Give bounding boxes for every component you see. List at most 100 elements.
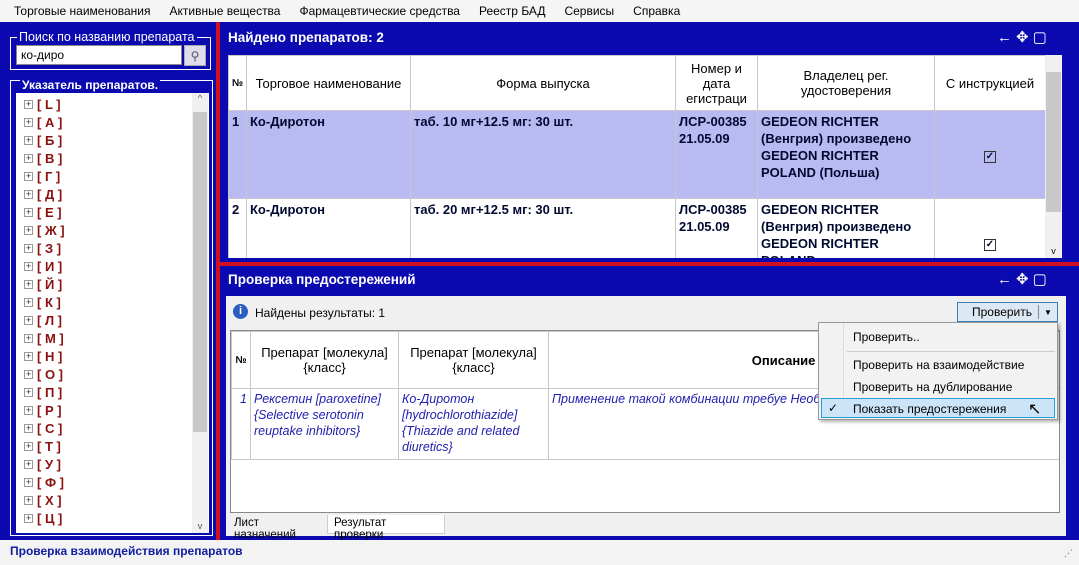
expand-icon[interactable]: + bbox=[24, 495, 33, 505]
menu-item-check-duplication[interactable]: Проверить на дублирование bbox=[853, 380, 1012, 394]
tree-item[interactable]: + [ В ] bbox=[24, 149, 62, 167]
tree-item[interactable]: + [ Л ] bbox=[24, 311, 62, 329]
expand-icon[interactable]: + bbox=[24, 333, 33, 343]
expand-icon[interactable]: + bbox=[24, 117, 33, 127]
tree-item[interactable]: + [ М ] bbox=[24, 329, 64, 347]
col-reg[interactable]: Номер и дата егистраци bbox=[675, 55, 758, 111]
tree-item[interactable]: + [ С ] bbox=[24, 419, 62, 437]
tree-item[interactable]: + [ Е ] bbox=[24, 203, 62, 221]
expand-icon[interactable]: + bbox=[24, 279, 33, 289]
col-number[interactable]: № bbox=[228, 55, 247, 111]
tree-item-label: [ О ] bbox=[37, 366, 63, 382]
move-icon[interactable]: ✥ bbox=[1016, 271, 1033, 288]
menu-item-show-warnings[interactable]: ✓ Показать предостережения ↖ bbox=[821, 398, 1055, 418]
expand-icon[interactable]: + bbox=[24, 369, 33, 379]
tree-item[interactable]: + [ Ф ] bbox=[24, 473, 64, 491]
tree-item[interactable]: + [ О ] bbox=[24, 365, 63, 383]
tree-item[interactable]: + [ Й ] bbox=[24, 275, 62, 293]
expand-icon[interactable]: + bbox=[24, 351, 33, 361]
expand-icon[interactable]: + bbox=[24, 297, 33, 307]
tree-item[interactable]: + [ Ж ] bbox=[24, 221, 65, 239]
instruction-checkbox[interactable]: ✓ bbox=[984, 239, 996, 251]
tree-item[interactable]: + [ А ] bbox=[24, 113, 62, 131]
col-drug-b[interactable]: Препарат [молекула] {класс} bbox=[398, 331, 549, 389]
float-window-icon[interactable]: ▢ bbox=[1033, 29, 1051, 46]
tree-item[interactable]: + [ К ] bbox=[24, 293, 61, 311]
menu-pharma[interactable]: Фармацевтические средства bbox=[299, 4, 460, 18]
instruction-checkbox[interactable]: ✓ bbox=[984, 151, 996, 163]
expand-icon[interactable]: + bbox=[24, 387, 33, 397]
tree-item-label: [ В ] bbox=[37, 150, 63, 166]
col-trade-name[interactable]: Торговое наименование bbox=[246, 55, 411, 111]
resize-grip-icon[interactable]: ⋰ bbox=[1064, 548, 1073, 559]
menu-bar: Торговые наименования Активные вещества … bbox=[0, 0, 1079, 22]
horizontal-splitter[interactable] bbox=[220, 262, 1079, 266]
expand-icon[interactable]: + bbox=[24, 315, 33, 325]
scroll-thumb[interactable] bbox=[1046, 72, 1061, 212]
tree-item[interactable]: + [ И ] bbox=[24, 257, 62, 275]
table-row[interactable]: 1 Ко-Диротон таб. 10 мг+12.5 мг: 30 шт. … bbox=[228, 110, 1046, 199]
float-window-icon[interactable]: ▢ bbox=[1033, 271, 1051, 288]
tree-item[interactable]: + [ Г ] bbox=[24, 167, 60, 185]
expand-icon[interactable]: + bbox=[24, 171, 33, 181]
expand-icon[interactable]: + bbox=[24, 261, 33, 271]
search-input[interactable] bbox=[16, 45, 182, 65]
tree-item[interactable]: + [ Н ] bbox=[24, 347, 62, 365]
tree-scroll-thumb[interactable] bbox=[193, 112, 207, 432]
menu-item-check[interactable]: Проверить.. bbox=[853, 330, 920, 344]
expand-icon[interactable]: + bbox=[24, 423, 33, 433]
tree-item-label: [ Ц ] bbox=[37, 510, 63, 526]
drug-index-tree[interactable]: + [ L ] + [ А ] + [ Б ] + [ В ] + [ Г ] + [ Д ] + [ Е… bbox=[16, 93, 209, 533]
tree-item[interactable]: + [ П ] bbox=[24, 383, 62, 401]
col-number[interactable]: № bbox=[231, 331, 251, 389]
expand-icon[interactable]: + bbox=[24, 189, 33, 199]
menu-bad-registry[interactable]: Реестр БАД bbox=[479, 4, 545, 18]
tree-item[interactable]: + [ З ] bbox=[24, 239, 61, 257]
check-dropdown-menu: Проверить.. Проверить на взаимодействие … bbox=[818, 322, 1058, 420]
expand-icon[interactable]: + bbox=[24, 207, 33, 217]
menu-help[interactable]: Справка bbox=[633, 4, 680, 18]
expand-icon[interactable]: + bbox=[24, 513, 33, 523]
menu-trade-names[interactable]: Торговые наименования bbox=[14, 4, 151, 18]
back-arrow-icon[interactable]: ← bbox=[997, 29, 1016, 46]
col-owner[interactable]: Владелец рег. удостоверения bbox=[757, 55, 935, 111]
expand-icon[interactable]: + bbox=[24, 225, 33, 235]
expand-icon[interactable]: + bbox=[24, 441, 33, 451]
tree-item-label: [ И ] bbox=[37, 258, 63, 274]
owner: GEDEON RICHTER (Венгрия) произведено GED… bbox=[757, 110, 935, 199]
tree-item[interactable]: + [ Р ] bbox=[24, 401, 62, 419]
found-scrollbar[interactable]: v bbox=[1045, 55, 1062, 258]
tab-prescription-list[interactable]: Лист назначений bbox=[230, 515, 325, 541]
expand-icon[interactable]: + bbox=[24, 459, 33, 469]
expand-icon[interactable]: + bbox=[24, 99, 33, 109]
tree-item[interactable]: + [ Т ] bbox=[24, 437, 61, 455]
table-row[interactable]: 2 Ко-Диротон таб. 20 мг+12.5 мг: 30 шт. … bbox=[228, 198, 1046, 258]
move-icon[interactable]: ✥ bbox=[1016, 29, 1033, 46]
check-title: Проверка предостережений bbox=[228, 272, 416, 287]
col-form[interactable]: Форма выпуска bbox=[410, 55, 676, 111]
menu-services[interactable]: Сервисы bbox=[564, 4, 614, 18]
check-button[interactable]: Проверить ▼ bbox=[957, 302, 1058, 322]
tree-item[interactable]: + [ У ] bbox=[24, 455, 61, 473]
expand-icon[interactable]: + bbox=[24, 153, 33, 163]
menu-item-check-interaction[interactable]: Проверить на взаимодействие bbox=[853, 358, 1024, 372]
tree-item[interactable]: + [ L ] bbox=[24, 95, 61, 113]
tree-item[interactable]: + [ Д ] bbox=[24, 185, 62, 203]
expand-icon[interactable]: + bbox=[24, 477, 33, 487]
tab-check-result[interactable]: Результат проверки bbox=[327, 515, 445, 541]
back-arrow-icon[interactable]: ← bbox=[997, 271, 1016, 288]
vertical-splitter[interactable] bbox=[216, 22, 220, 540]
search-button[interactable]: ⚲ bbox=[184, 45, 206, 66]
expand-icon[interactable]: + bbox=[24, 243, 33, 253]
expand-icon[interactable]: + bbox=[24, 405, 33, 415]
expand-icon[interactable]: + bbox=[24, 135, 33, 145]
col-instruction[interactable]: С инструкцией bbox=[934, 55, 1046, 111]
tree-item[interactable]: + [ Б ] bbox=[24, 131, 62, 149]
tree-item[interactable]: + [ Х ] bbox=[24, 491, 62, 509]
form: таб. 10 мг+12.5 мг: 30 шт. bbox=[410, 110, 676, 199]
dropdown-arrow-icon[interactable]: ▼ bbox=[1039, 308, 1057, 317]
menu-active-substances[interactable]: Активные вещества bbox=[170, 4, 281, 18]
drug-b: Ко-Диротон [hydrochlorothiazide] {Thiazi… bbox=[398, 388, 549, 460]
col-drug-a[interactable]: Препарат [молекула] {класс} bbox=[250, 331, 399, 389]
tree-item[interactable]: + [ Ц ] bbox=[24, 509, 62, 527]
